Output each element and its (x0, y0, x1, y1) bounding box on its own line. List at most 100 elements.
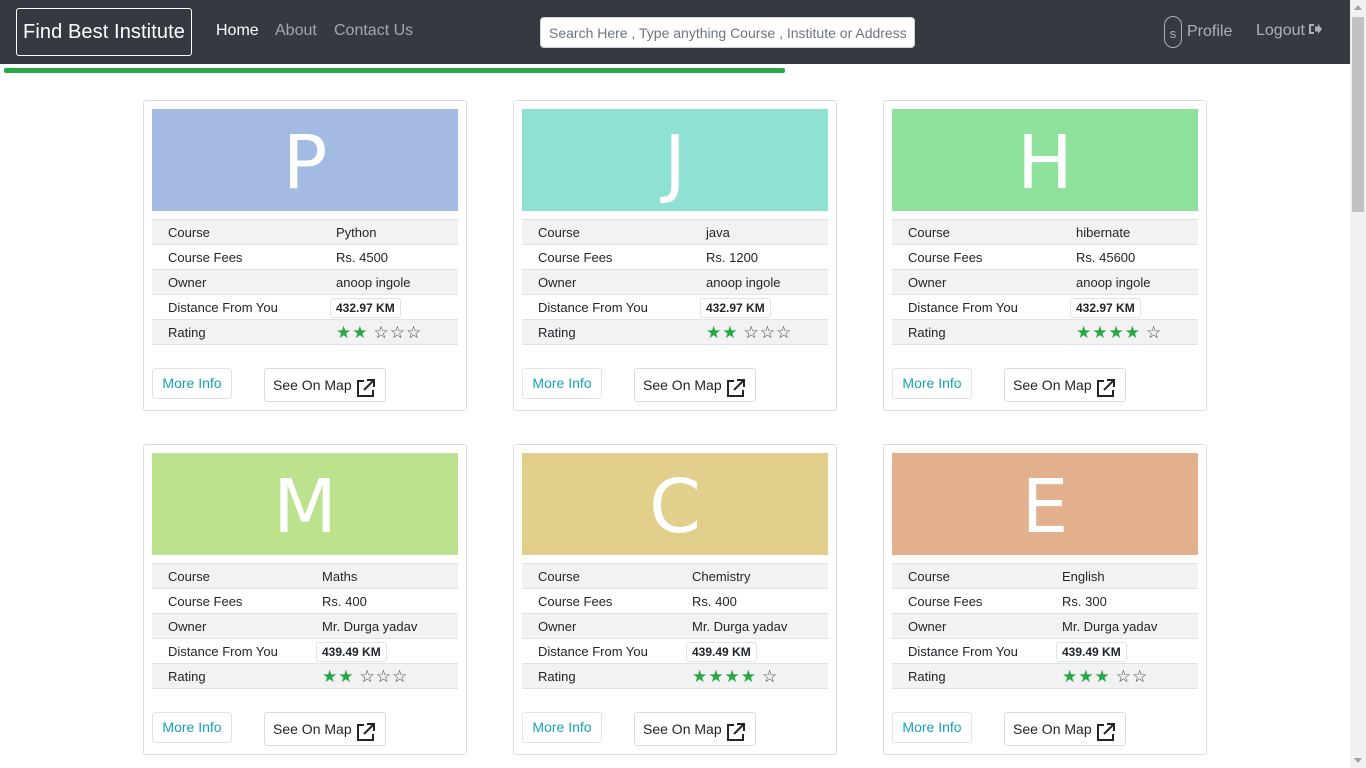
fees-label: Course Fees (538, 250, 613, 265)
top-navbar: Find Best Institute Home About Contact U… (0, 0, 1350, 64)
brand-logo[interactable]: Find Best Institute (16, 8, 192, 56)
scroll-down-arrow-icon[interactable] (1354, 758, 1362, 763)
fees-label: Course Fees (168, 594, 243, 609)
see-on-map-label: See On Map (273, 377, 352, 393)
course-initial-letter: H (1017, 120, 1073, 206)
see-on-map-button[interactable]: See On Map (264, 368, 386, 402)
more-info-button[interactable]: More Info (522, 368, 602, 399)
nav-home-link[interactable]: Home (216, 22, 259, 40)
course-info-table: Course java Course Fees Rs. 1200 Owner a… (522, 219, 828, 345)
course-initial-letter: P (282, 120, 328, 206)
star-empty-icon: ☆ (375, 667, 392, 686)
star-empty-icon: ☆ (389, 323, 406, 342)
scroll-thumb[interactable] (1352, 17, 1364, 212)
course-row: Course Python (152, 220, 458, 245)
owner-value: Mr. Durga yadav (1062, 619, 1158, 634)
owner-label: Owner (538, 619, 577, 634)
star-filled-icon: ★ (336, 323, 353, 342)
search-input[interactable] (540, 17, 915, 48)
more-info-button[interactable]: More Info (522, 712, 602, 743)
see-on-map-button[interactable]: See On Map (1004, 712, 1126, 746)
distance-badge-wrap: 432.97 KM (1070, 295, 1141, 320)
rating-label: Rating (908, 669, 946, 684)
more-info-button[interactable]: More Info (892, 368, 972, 399)
course-initial-banner: C (522, 453, 828, 555)
see-on-map-button[interactable]: See On Map (634, 368, 756, 402)
institute-card: J Course java Course Fees Rs. 1200 Owner… (513, 100, 837, 411)
owner-row: Owner Mr. Durga yadav (152, 614, 458, 639)
owner-label: Owner (908, 275, 947, 290)
course-initial-banner: J (522, 109, 828, 211)
distance-badge: 432.97 KM (1070, 298, 1141, 318)
see-on-map-button[interactable]: See On Map (264, 712, 386, 746)
owner-row: Owner Mr. Durga yadav (892, 614, 1198, 639)
distance-badge-wrap: 439.49 KM (316, 639, 387, 664)
more-info-button[interactable]: More Info (892, 712, 972, 743)
owner-row: Owner anoop ingole (892, 270, 1198, 295)
rating-row: Rating ★★★ ☆☆ (892, 664, 1198, 689)
course-initial-banner: M (152, 453, 458, 555)
rating-label: Rating (168, 325, 206, 340)
star-empty-icon: ☆ (373, 323, 390, 342)
distance-badge: 432.97 KM (330, 298, 401, 318)
scroll-up-arrow-icon[interactable] (1354, 5, 1362, 10)
distance-row: Distance From You 439.49 KM (892, 639, 1198, 664)
rating-row: Rating ★★★★ ☆ (522, 664, 828, 689)
star-empty-icon: ☆ (762, 667, 779, 686)
distance-badge-wrap: 439.49 KM (686, 639, 757, 664)
course-value: java (706, 225, 730, 240)
fees-value: Rs. 4500 (336, 250, 389, 265)
logout-link[interactable]: Logout (1256, 22, 1322, 40)
more-info-button[interactable]: More Info (152, 712, 232, 743)
see-on-map-label: See On Map (273, 721, 352, 737)
nav-about-link[interactable]: About (275, 22, 317, 40)
institute-card: P Course Python Course Fees Rs. 4500 Own… (143, 100, 467, 411)
loading-progress-bar (4, 68, 1350, 73)
distance-badge: 439.49 KM (686, 642, 757, 662)
fees-value: Rs. 1200 (706, 250, 759, 265)
rating-stars: ★★ ☆☆☆ (336, 320, 422, 345)
nav-contact-link[interactable]: Contact Us (334, 22, 413, 40)
course-initial-letter: J (664, 120, 686, 206)
see-on-map-label: See On Map (643, 377, 722, 393)
page-scrollbar[interactable] (1350, 0, 1366, 768)
star-filled-icon: ★ (1062, 667, 1079, 686)
star-filled-icon: ★ (1124, 323, 1141, 342)
owner-value: anoop ingole (336, 275, 411, 290)
external-link-icon (1096, 721, 1115, 753)
owner-label: Owner (168, 619, 207, 634)
fees-value: Rs. 45600 (1076, 250, 1136, 265)
course-info-table: Course Maths Course Fees Rs. 400 Owner M… (152, 563, 458, 689)
rating-stars: ★★ ☆☆☆ (706, 320, 792, 345)
distance-badge: 439.49 KM (316, 642, 387, 662)
star-filled-icon: ★ (1094, 667, 1111, 686)
see-on-map-button[interactable]: See On Map (634, 712, 756, 746)
course-initial-letter: E (1021, 464, 1069, 550)
owner-value: anoop ingole (706, 275, 781, 290)
see-on-map-label: See On Map (643, 721, 722, 737)
star-empty-icon: ☆ (406, 323, 423, 342)
see-on-map-button[interactable]: See On Map (1004, 368, 1126, 402)
rating-stars: ★★★ ☆☆ (1062, 664, 1148, 689)
institute-card: M Course Maths Course Fees Rs. 400 Owner… (143, 444, 467, 755)
rating-row: Rating ★★ ☆☆☆ (152, 320, 458, 345)
course-label: Course (538, 225, 580, 240)
star-empty-icon: ☆ (1132, 667, 1149, 686)
course-info-table: Course hibernate Course Fees Rs. 45600 O… (892, 219, 1198, 345)
star-filled-icon: ★ (706, 323, 723, 342)
course-initial-banner: H (892, 109, 1198, 211)
course-label: Course (538, 569, 580, 584)
distance-badge-wrap: 432.97 KM (330, 295, 401, 320)
owner-label: Owner (538, 275, 577, 290)
owner-value: Mr. Durga yadav (322, 619, 418, 634)
star-filled-icon: ★ (1092, 323, 1109, 342)
more-info-button[interactable]: More Info (152, 368, 232, 399)
course-label: Course (908, 569, 950, 584)
course-value: Python (336, 225, 377, 240)
fees-row: Course Fees Rs. 400 (522, 589, 828, 614)
star-filled-icon: ★ (740, 667, 757, 686)
distance-row: Distance From You 432.97 KM (892, 295, 1198, 320)
course-row: Course Chemistry (522, 564, 828, 589)
profile-link[interactable]: Profile (1187, 23, 1232, 41)
avatar[interactable]: s (1164, 16, 1182, 48)
